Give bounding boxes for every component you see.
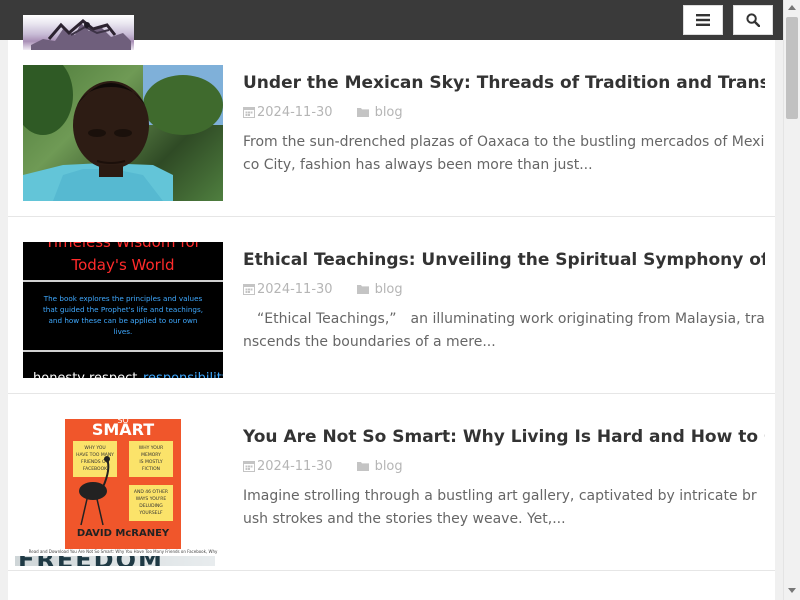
cover-footer-2: respect [89, 371, 137, 378]
post-date: 2024-11-30 [257, 458, 333, 474]
book-cover-image: Timeless Wisdom for Today's World The bo… [23, 242, 223, 378]
post-excerpt: Imagine strolling through a bustling art… [243, 488, 757, 527]
bubble2-line4: FICTION [142, 466, 160, 472]
folder-icon [356, 461, 369, 471]
post-meta: 2024-11-30 blog [243, 281, 403, 297]
post-thumbnail[interactable]: Timeless Wisdom for Today's World The bo… [23, 242, 223, 378]
cover-footer-3: responsibility [143, 371, 223, 378]
scroll-up-arrow-icon[interactable] [788, 5, 796, 10]
site-logo[interactable] [23, 15, 134, 50]
post-title[interactable]: Under the Mexican Sky: Threads of Tradit… [243, 73, 765, 95]
post-thumbnail[interactable]: SO SMART WHY YOU HAVE TOO MANY FRIENDS O… [23, 419, 223, 555]
calendar-icon [243, 460, 255, 472]
post-category-label: blog [374, 458, 403, 474]
calendar-icon [243, 106, 255, 118]
bubble3-line2: WAYS YOU'RE [136, 496, 167, 502]
post-date: 2024-11-30 [257, 281, 333, 297]
bubble2-line2: MEMORY [141, 452, 161, 458]
book-cover-image: SO SMART WHY YOU HAVE TOO MANY FRIENDS O… [23, 419, 223, 555]
post-category[interactable]: blog [356, 458, 403, 474]
post-item: Under the Mexican Sky: Threads of Tradit… [8, 40, 775, 217]
cover-body-1: The book explores the principles and val… [43, 294, 203, 303]
folder-icon [356, 107, 369, 117]
post-category-label: blog [374, 104, 403, 120]
post-excerpt: “Ethical Teachings,” an illuminating wor… [243, 311, 765, 350]
boy-photo-image [23, 65, 223, 201]
search-icon [746, 13, 760, 27]
post-list: Under the Mexican Sky: Threads of Tradit… [8, 40, 775, 600]
folder-icon [356, 284, 369, 294]
bubble2-line1: WHY YOUR [139, 445, 163, 451]
post-item: SO SMART WHY YOU HAVE TOO MANY FRIENDS O… [8, 394, 775, 571]
post-title[interactable]: Ethical Teachings: Unveiling the Spiritu… [243, 250, 765, 272]
menu-icon [696, 14, 710, 26]
page-scrollbar[interactable] [783, 0, 800, 600]
cover-body-4: lives. [114, 327, 133, 336]
bubble3-line4: YOURSELF [138, 510, 163, 516]
post-category[interactable]: blog [356, 104, 403, 120]
calendar-icon [243, 283, 255, 295]
post-excerpt: From the sun-drenched plazas of Oaxaca t… [243, 134, 765, 173]
post-date: 2024-11-30 [257, 104, 333, 120]
post-meta: 2024-11-30 blog [243, 458, 403, 474]
search-button[interactable] [733, 5, 773, 35]
bubble1-line1: WHY YOU [84, 445, 105, 451]
scrollbar-thumb[interactable] [786, 17, 798, 119]
post-title[interactable]: You Are Not So Smart: Why Living Is Hard… [243, 427, 765, 449]
partial-thumb-text: FREEDOM [18, 556, 164, 566]
menu-button[interactable] [683, 5, 723, 35]
bubble3-line3: DELUDING [139, 503, 163, 509]
post-category-label: blog [374, 281, 403, 297]
cover-caption: Read and Download You Are Not So Smart: … [29, 549, 218, 554]
cover-title-text: SMART [92, 420, 154, 439]
cover-heading-1: Timeless Wisdom for [44, 242, 202, 251]
cover-body-2: that guided the Prophet's life and teach… [43, 305, 203, 314]
cover-footer-1: honesty [33, 371, 85, 378]
scroll-down-arrow-icon[interactable] [788, 588, 796, 593]
bubble3-line1: AND 46 OTHER [134, 489, 168, 495]
cover-body-3: and how these can be applied to our own [49, 316, 198, 325]
post-category[interactable]: blog [356, 281, 403, 297]
post-thumbnail[interactable] [23, 65, 223, 201]
post-thumbnail-partial[interactable]: FREEDOM [15, 556, 215, 566]
site-logo-image [31, 19, 131, 50]
post-item: Timeless Wisdom for Today's World The bo… [8, 217, 775, 394]
post-meta: 2024-11-30 blog [243, 104, 403, 120]
cover-author: DAVID McRANEY [77, 528, 170, 539]
bubble2-line3: IS MOSTLY [139, 459, 163, 465]
bubble1-line4: FACEBOOK [83, 466, 108, 472]
cover-heading-2: Today's World [70, 256, 174, 274]
